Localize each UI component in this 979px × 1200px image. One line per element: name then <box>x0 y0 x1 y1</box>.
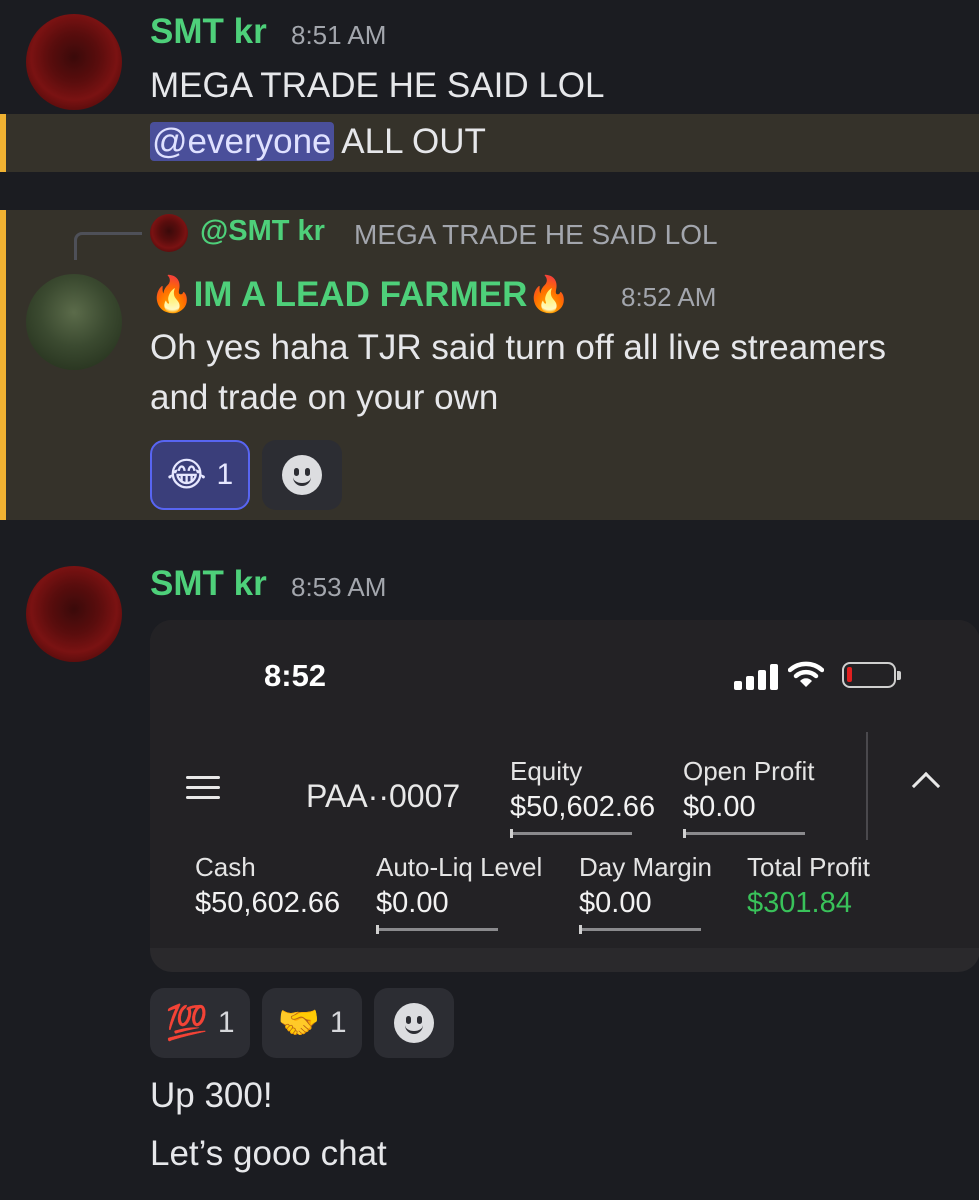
chevron-up-icon[interactable] <box>911 771 941 801</box>
add-reaction-smiley-icon <box>282 455 322 495</box>
battery-low-icon <box>842 662 901 688</box>
hamburger-menu-icon[interactable] <box>186 776 220 800</box>
trading-app-screenshot: 8:52 PAA··0007 Equity $50,602.66 Open Pr… <box>150 620 979 948</box>
reply-username[interactable]: @SMT kr <box>200 215 325 248</box>
add-reaction-button[interactable] <box>262 440 342 510</box>
header-divider <box>866 732 868 840</box>
avatar-smt-kr[interactable] <box>26 566 122 662</box>
metric-total-profit: Total Profit $301.84 <box>747 852 870 919</box>
message-timestamp: 8:53 AM <box>291 572 387 602</box>
account-id[interactable]: PAA··0007 <box>306 778 460 815</box>
message-text: MEGA TRADE HE SAID LOL <box>150 66 605 105</box>
mention-highlight-row: @everyone ALL OUT <box>0 114 979 172</box>
joy-emoji-icon: 😂 <box>166 456 207 494</box>
avatar-lead-farmer[interactable] <box>26 274 122 370</box>
reaction-count: 1 <box>217 1006 235 1039</box>
wifi-icon <box>787 660 825 696</box>
hundred-emoji-icon: 💯 <box>165 1004 208 1042</box>
username-smt-kr[interactable]: SMT kr <box>150 12 267 52</box>
reply-preview[interactable]: MEGA TRADE HE SAID LOL <box>354 219 718 251</box>
reaction-hundred[interactable]: 💯 1 <box>150 988 250 1058</box>
cellular-signal-icon <box>734 664 778 690</box>
mention-everyone[interactable]: @everyone <box>150 122 334 161</box>
message-timestamp: 8:51 AM <box>291 20 387 50</box>
message-text: Let’s gooo chat <box>150 1134 387 1173</box>
username-smt-kr[interactable]: SMT kr <box>150 564 267 604</box>
add-reaction-button[interactable] <box>374 988 454 1058</box>
status-bar-clock: 8:52 <box>264 658 327 693</box>
message-text: Up 300! <box>150 1076 273 1115</box>
message-text: Oh yes haha TJR said turn off all live s… <box>150 328 886 367</box>
message-text: @everyone ALL OUT <box>150 122 486 162</box>
add-reaction-smiley-icon <box>394 1003 434 1043</box>
avatar-smt-kr[interactable] <box>26 14 122 110</box>
username-lead-farmer[interactable]: 🔥IM A LEAD FARMER🔥 <box>150 274 571 315</box>
metric-auto-liq-level: Auto-Liq Level $0.00 <box>376 852 542 934</box>
handshake-emoji-icon: 🤝 <box>277 1004 320 1042</box>
reply-connector <box>74 232 142 260</box>
reaction-count: 1 <box>216 458 234 491</box>
metric-equity: Equity $50,602.66 <box>510 756 655 838</box>
message-timestamp: 8:52 AM <box>621 282 717 312</box>
reaction-joy[interactable]: 😂 1 <box>150 440 250 510</box>
reply-avatar <box>150 214 188 252</box>
metric-day-margin: Day Margin $0.00 <box>579 852 712 934</box>
metric-open-profit: Open Profit $0.00 <box>683 756 815 838</box>
image-attachment[interactable]: 8:52 PAA··0007 Equity $50,602.66 Open Pr… <box>150 620 979 972</box>
reaction-handshake[interactable]: 🤝 1 <box>262 988 362 1058</box>
message-text: and trade on your own <box>150 378 499 417</box>
message-text-rest: ALL OUT <box>333 122 486 161</box>
reaction-count: 1 <box>329 1006 347 1039</box>
metric-cash: Cash $50,602.66 <box>195 852 341 919</box>
